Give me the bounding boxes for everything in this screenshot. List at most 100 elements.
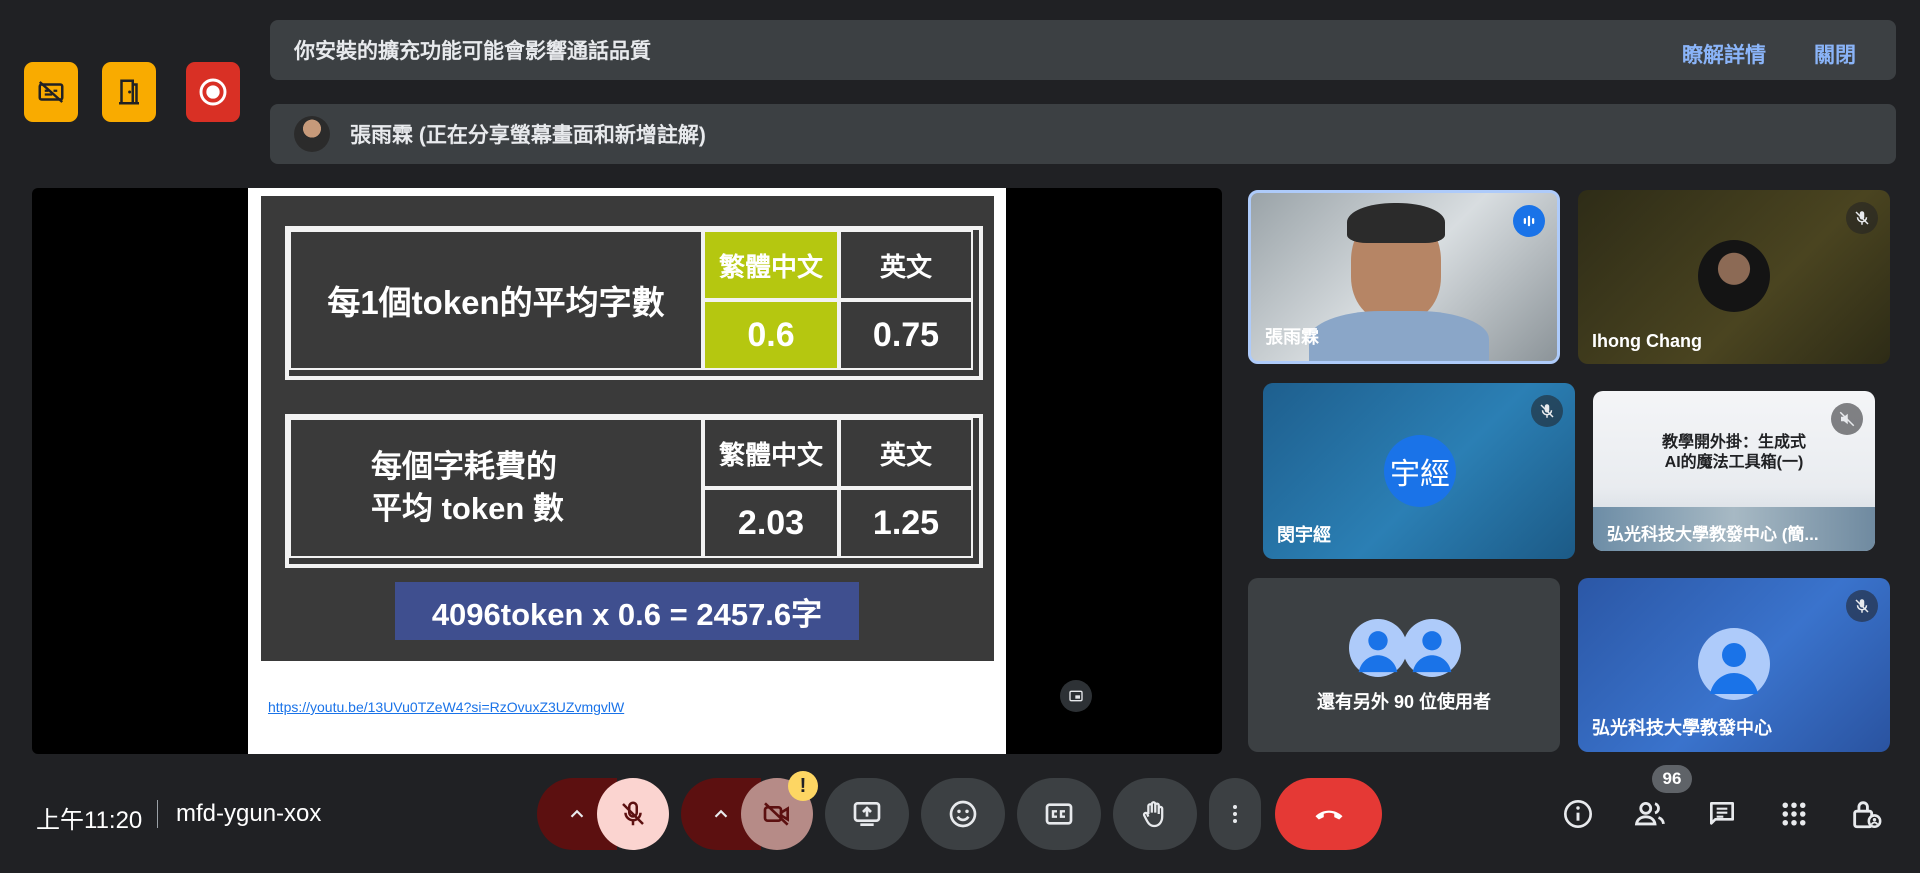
lock-person-icon: [1853, 801, 1882, 829]
chevron-up-icon: [570, 809, 584, 818]
participant-tile-hk-center[interactable]: 弘光科技大學教發中心: [1578, 578, 1890, 752]
participant-tile-speaker[interactable]: 張雨霖: [1248, 190, 1560, 364]
table2-row-header-line2: 平均 token 數: [371, 491, 564, 526]
chat-icon: [1710, 802, 1734, 825]
more-participants-tile[interactable]: 還有另外 90 位使用者: [1248, 578, 1560, 752]
mini-slide-title: 教學開外掛：生成式 AI的魔法工具箱(一): [1593, 433, 1875, 473]
call-end-icon: [1315, 810, 1342, 820]
presenter-status: 張雨霖 (正在分享螢幕畫面和新增註解): [350, 124, 706, 147]
presentation-stage: 每1個token的平均字數 繁體中文 英文 0.6 0.75 每個字耗費的 平均…: [32, 188, 1222, 754]
mic-off-icon: [622, 801, 644, 826]
emoji-icon: [949, 800, 977, 828]
token-cost-table: 每個字耗費的 平均 token 數 繁體中文 英文 2.03 1.25: [285, 414, 983, 568]
table2-col-chinese: 繁體中文: [703, 418, 839, 488]
mini-slide-title-line1: 教學開外掛：生成式: [1661, 434, 1806, 451]
table2-row-header: 每個字耗費的 平均 token 數: [289, 418, 703, 558]
people-button[interactable]: [1630, 794, 1670, 834]
table2-val-english: 1.25: [839, 488, 973, 558]
person-icon: [1412, 631, 1452, 673]
youtube-link[interactable]: https://youtu.be/13UVu0TZeW4?si=RzOvuxZ3…: [268, 699, 624, 715]
door-indicator[interactable]: [102, 62, 156, 122]
audio-off-indicator: [1831, 403, 1863, 435]
mic-muted-indicator: [1846, 202, 1878, 234]
captions-button[interactable]: [1017, 778, 1101, 850]
presenter-banner: 張雨霖 (正在分享螢幕畫面和新增註解): [270, 104, 1896, 164]
stage-pip-button[interactable]: [1060, 680, 1092, 712]
closed-captions-icon: [1045, 803, 1073, 825]
participant-name: Ihong Chang: [1592, 331, 1702, 351]
chevron-up-icon: [714, 809, 728, 818]
shared-screen: 每1個token的平均字數 繁體中文 英文 0.6 0.75 每個字耗費的 平均…: [248, 188, 1006, 754]
presenter-avatar: [294, 116, 330, 152]
picture-in-picture-icon: [1069, 690, 1083, 702]
table2-val-chinese: 2.03: [703, 488, 839, 558]
chat-button[interactable]: [1702, 794, 1742, 834]
table1-val-chinese: 0.6: [703, 300, 839, 370]
people-count-badge: 96: [1652, 765, 1692, 793]
volume-off-icon: [1839, 411, 1855, 427]
mic-off-icon: [1540, 404, 1554, 418]
speaker-hair: [1347, 203, 1445, 243]
participant-tile-hk-presentation[interactable]: 教學開外掛：生成式 AI的魔法工具箱(一) 弘光科技大學教發中心 (簡...: [1593, 391, 1875, 551]
table1-col-chinese: 繁體中文: [703, 230, 839, 300]
slide-content: 每1個token的平均字數 繁體中文 英文 0.6 0.75 每個字耗費的 平均…: [261, 196, 994, 661]
present-screen-icon: [853, 802, 881, 826]
table2-row-header-line1: 每個字耗費的: [371, 449, 557, 484]
learn-more-link[interactable]: 瞭解詳情: [1682, 39, 1766, 69]
participant-name: 張雨霖: [1265, 327, 1319, 347]
apps-grid-icon: [1782, 802, 1806, 826]
divider: [157, 800, 158, 828]
door-exit-icon: [119, 79, 139, 105]
mic-off-icon: [1855, 211, 1869, 225]
participant-tile-min[interactable]: 宇經 閔宇經: [1263, 383, 1575, 559]
participant-avatar: [1698, 240, 1770, 312]
captions-off-indicator[interactable]: [24, 62, 78, 122]
more-vert-icon: [1233, 805, 1237, 823]
mic-muted-indicator: [1846, 590, 1878, 622]
person-icon: [1358, 631, 1398, 673]
speaking-indicator: [1513, 205, 1545, 237]
table1-val-english: 0.75: [839, 300, 973, 370]
meeting-code: mfd-ygun-xox: [176, 800, 322, 827]
extension-warning-banner: 你安裝的擴充功能可能會影響通話品質 瞭解詳情 關閉: [270, 20, 1896, 80]
more-participants-label: 還有另外 90 位使用者: [1316, 692, 1492, 712]
more-options-button[interactable]: [1209, 778, 1261, 850]
participant-avatar: [1349, 619, 1407, 677]
meeting-details-button[interactable]: [1558, 794, 1598, 834]
speaker-shirt: [1309, 311, 1489, 361]
reactions-button[interactable]: [921, 778, 1005, 850]
formula-box: 4096token x 0.6 = 2457.6字: [395, 582, 859, 640]
record-icon: [199, 78, 227, 106]
participant-avatar: [1698, 628, 1770, 700]
participant-name: 弘光科技大學教發中心 (簡...: [1607, 525, 1819, 544]
mic-muted-indicator: [1531, 395, 1563, 427]
table2-col-english: 英文: [839, 418, 973, 488]
camera-warning-badge: !: [788, 771, 818, 801]
microphone-toggle-button[interactable]: [597, 778, 669, 850]
close-banner-button[interactable]: 關閉: [1814, 39, 1856, 69]
present-screen-button[interactable]: [825, 778, 909, 850]
participant-avatar: 宇經: [1384, 435, 1456, 507]
mini-slide-title-line2: AI的魔法工具箱(一): [1664, 454, 1804, 471]
leave-call-button[interactable]: [1275, 778, 1382, 850]
mic-off-icon: [1855, 599, 1869, 613]
host-controls-button[interactable]: [1846, 794, 1886, 834]
participant-avatar: [1403, 619, 1461, 677]
current-time: 上午11:20: [36, 807, 143, 834]
recording-indicator[interactable]: [186, 62, 240, 122]
people-icon: [1634, 801, 1665, 826]
participant-name: 閔宇經: [1277, 525, 1331, 545]
raise-hand-button[interactable]: [1113, 778, 1197, 850]
tokens-per-char-table: 每1個token的平均字數 繁體中文 英文 0.6 0.75: [285, 226, 983, 380]
person-icon: [1710, 643, 1758, 694]
banner-message: 你安裝的擴充功能可能會影響通話品質: [294, 40, 651, 63]
audio-level-icon: [1523, 215, 1535, 227]
caption-off-icon: [38, 81, 64, 103]
participant-tile-ihong[interactable]: Ihong Chang: [1578, 190, 1890, 364]
table1-col-english: 英文: [839, 230, 973, 300]
camera-off-icon: [763, 802, 789, 826]
info-icon: [1564, 800, 1592, 828]
activities-button[interactable]: [1774, 794, 1814, 834]
participant-name: 弘光科技大學教發中心: [1592, 718, 1772, 738]
table1-row-header: 每1個token的平均字數: [289, 230, 703, 370]
